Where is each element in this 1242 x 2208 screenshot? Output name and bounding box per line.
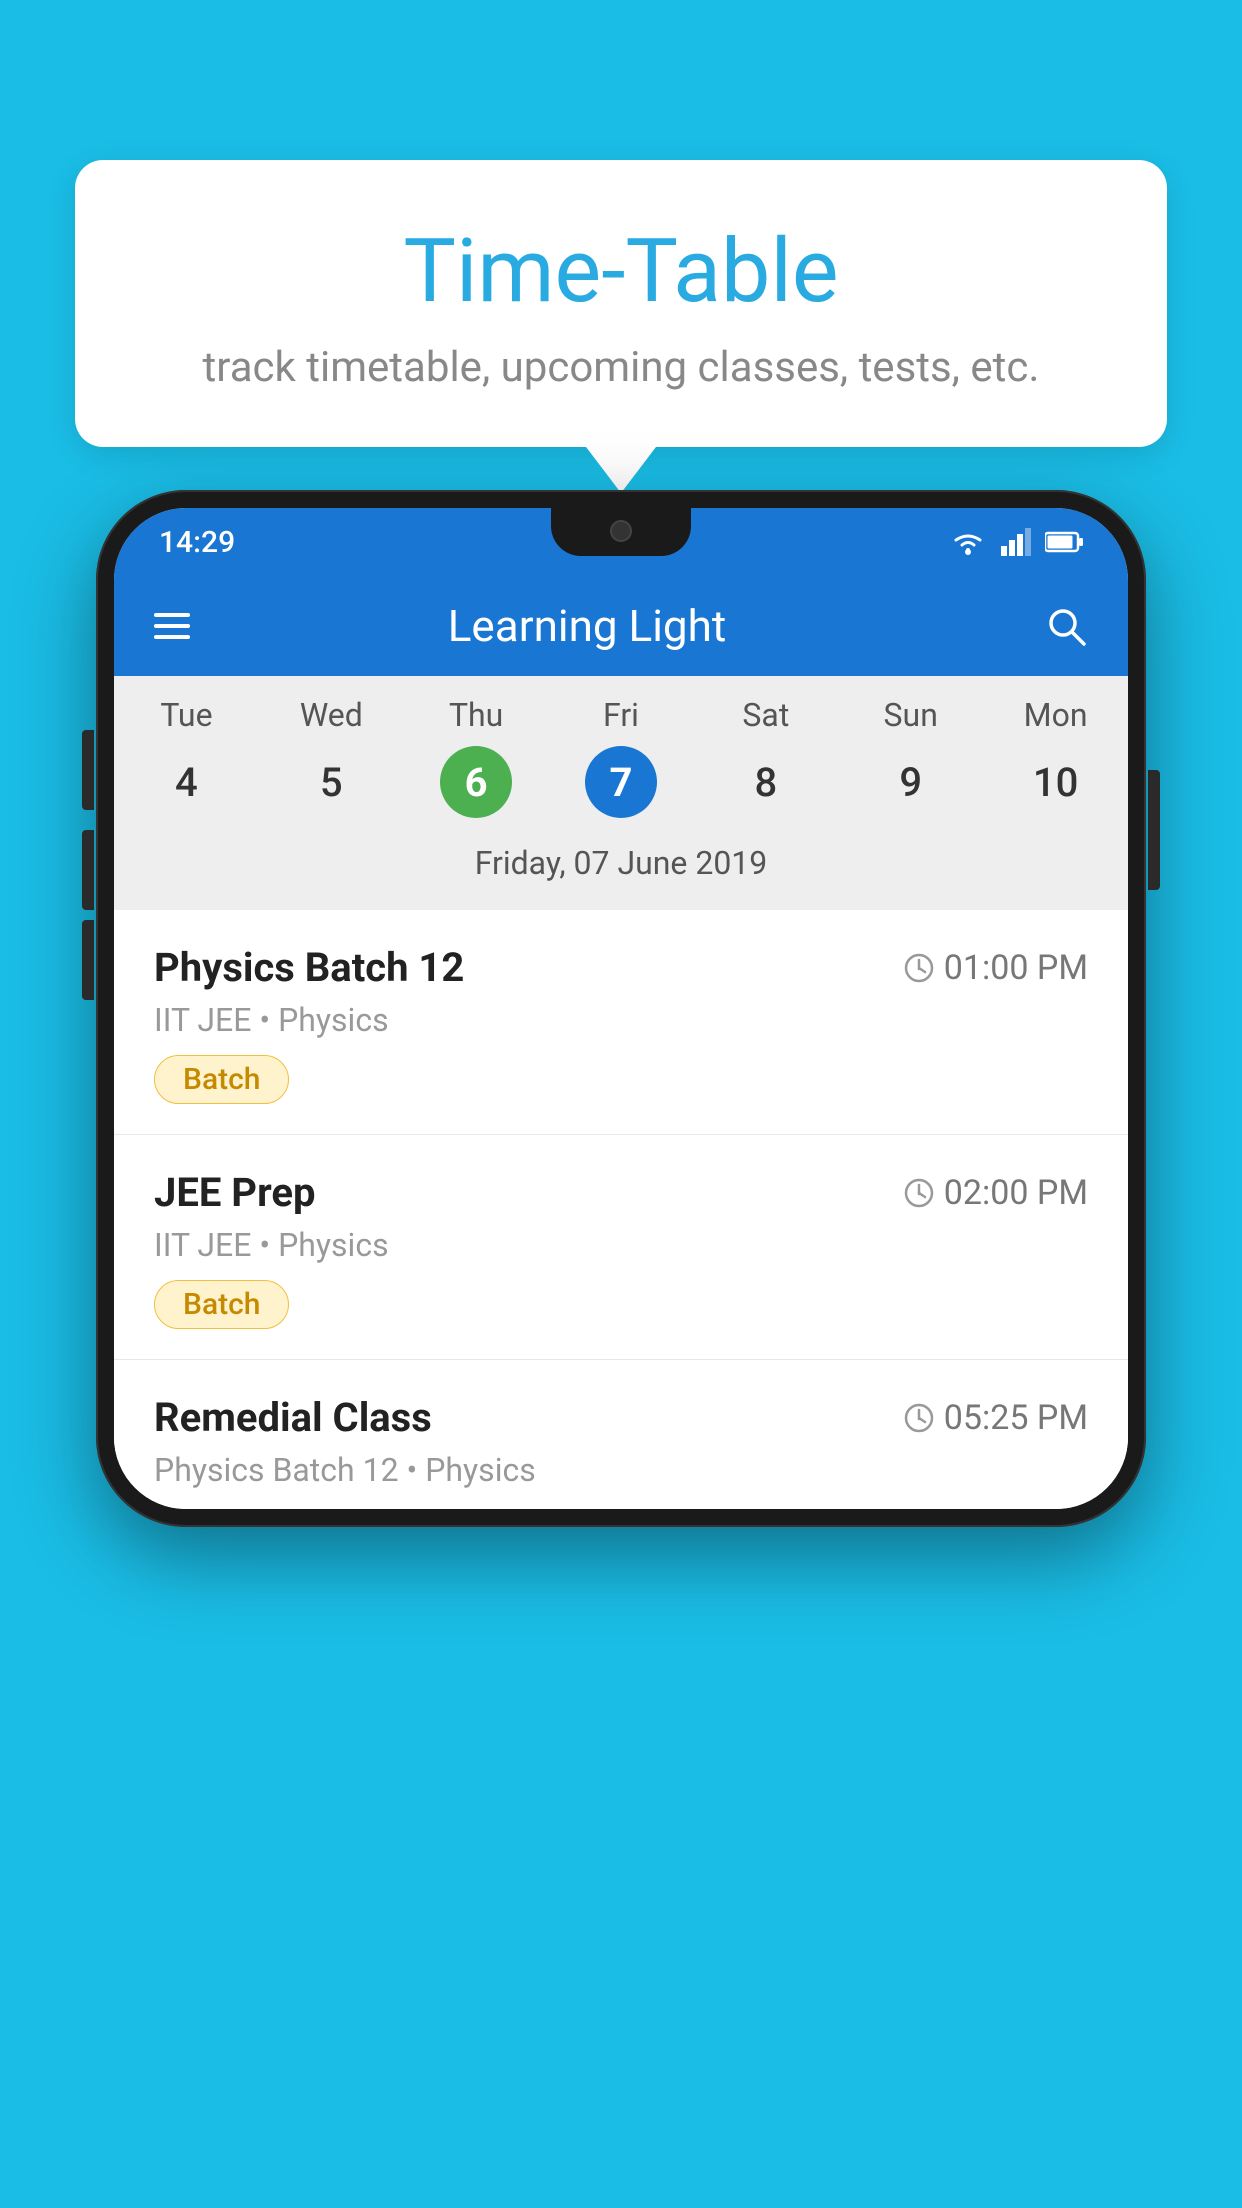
day-sat: Sat — [693, 696, 838, 734]
day-headers: Tue Wed Thu Fri Sat Sun Mon — [114, 696, 1128, 734]
app-title: Learning Light — [220, 600, 1014, 652]
speech-bubble: Time-Table track timetable, upcoming cla… — [75, 160, 1167, 447]
schedule-item-3-time-text: 05:25 PM — [944, 1398, 1088, 1438]
day-mon: Mon — [983, 696, 1128, 734]
schedule-item-1[interactable]: Physics Batch 12 01:00 PM IIT JEE • Phys… — [114, 910, 1128, 1135]
schedule-item-1-time-text: 01:00 PM — [944, 948, 1088, 988]
day-sun: Sun — [838, 696, 983, 734]
status-bar: 14:29 — [114, 508, 1128, 576]
hamburger-menu[interactable] — [154, 613, 190, 639]
app-bar: Learning Light — [114, 576, 1128, 676]
camera — [610, 520, 632, 542]
bubble-subtitle: track timetable, upcoming classes, tests… — [125, 343, 1117, 392]
date-6-today[interactable]: 6 — [440, 746, 512, 818]
clock-icon-1 — [904, 953, 934, 983]
schedule-item-1-header: Physics Batch 12 01:00 PM — [154, 944, 1088, 991]
date-9[interactable]: 9 — [875, 746, 947, 818]
batch-badge-2: Batch — [154, 1280, 289, 1329]
date-5[interactable]: 5 — [295, 746, 367, 818]
calendar-strip: Tue Wed Thu Fri Sat Sun Mon 4 5 6 7 8 9 … — [114, 676, 1128, 910]
status-icons — [949, 528, 1083, 556]
day-fri: Fri — [549, 696, 694, 734]
schedule-item-3-header: Remedial Class 05:25 PM — [154, 1394, 1088, 1441]
schedule-list: Physics Batch 12 01:00 PM IIT JEE • Phys… — [114, 910, 1128, 1509]
date-8[interactable]: 8 — [730, 746, 802, 818]
clock-icon-3 — [904, 1403, 934, 1433]
wifi-icon — [949, 528, 987, 556]
day-thu: Thu — [404, 696, 549, 734]
signal-icon — [1001, 528, 1031, 556]
day-wed: Wed — [259, 696, 404, 734]
schedule-item-1-time: 01:00 PM — [904, 948, 1088, 988]
batch-badge-1: Batch — [154, 1055, 289, 1104]
schedule-item-1-subtitle: IIT JEE • Physics — [154, 1001, 1088, 1039]
schedule-item-2-time-text: 02:00 PM — [944, 1173, 1088, 1213]
phone-wrapper: 14:29 — [96, 490, 1146, 1527]
battery-icon — [1045, 531, 1083, 553]
schedule-item-2-subtitle: IIT JEE • Physics — [154, 1226, 1088, 1264]
schedule-item-2-header: JEE Prep 02:00 PM — [154, 1169, 1088, 1216]
schedule-item-3-subtitle: Physics Batch 12 • Physics — [154, 1451, 1088, 1489]
date-7-selected[interactable]: 7 — [585, 746, 657, 818]
date-10[interactable]: 10 — [1020, 746, 1092, 818]
schedule-item-2-title: JEE Prep — [154, 1169, 315, 1216]
day-tue: Tue — [114, 696, 259, 734]
notch — [551, 508, 691, 556]
selected-date-label: Friday, 07 June 2019 — [114, 834, 1128, 900]
day-numbers: 4 5 6 7 8 9 10 — [114, 746, 1128, 818]
schedule-item-3-title: Remedial Class — [154, 1394, 432, 1441]
clock-icon-2 — [904, 1178, 934, 1208]
schedule-item-2[interactable]: JEE Prep 02:00 PM IIT JEE • Physics Batc… — [114, 1135, 1128, 1360]
phone-frame: 14:29 — [96, 490, 1146, 1527]
schedule-item-1-title: Physics Batch 12 — [154, 944, 464, 991]
schedule-item-2-time: 02:00 PM — [904, 1173, 1088, 1213]
search-icon[interactable] — [1044, 604, 1088, 648]
bubble-title: Time-Table — [125, 220, 1117, 323]
phone-screen: 14:29 — [114, 508, 1128, 1509]
status-time: 14:29 — [159, 525, 235, 560]
schedule-item-3[interactable]: Remedial Class 05:25 PM Physics Batch 12… — [114, 1360, 1128, 1509]
date-4[interactable]: 4 — [150, 746, 222, 818]
schedule-item-3-time: 05:25 PM — [904, 1398, 1088, 1438]
